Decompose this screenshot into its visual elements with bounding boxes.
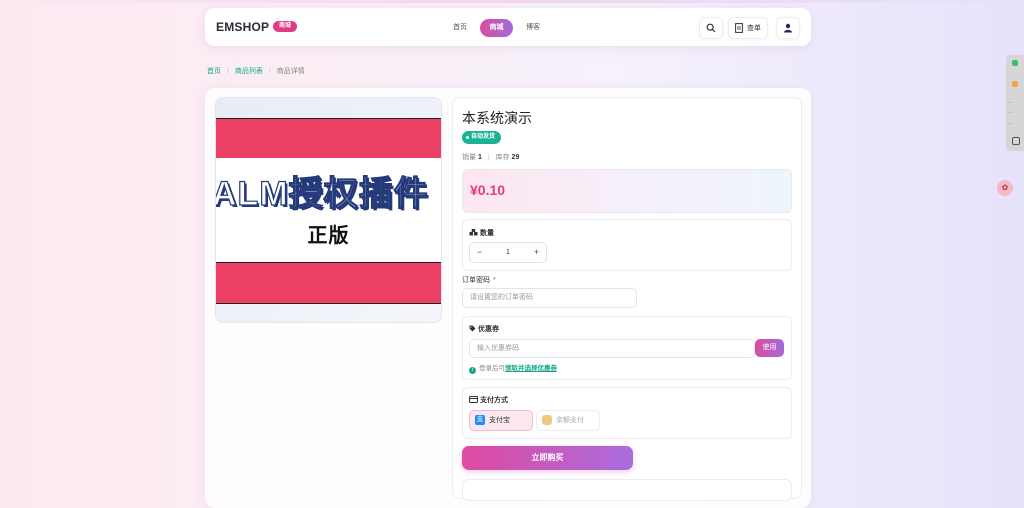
stock-label: 库存 — [495, 154, 510, 161]
quantity-minus-button[interactable]: − — [470, 243, 489, 262]
side-status-icon — [1012, 60, 1018, 66]
product-title: 本系统演示 — [462, 110, 532, 126]
search-icon — [706, 23, 716, 33]
image-sub-text: 正版 — [307, 225, 350, 247]
breadcrumb-separator: / — [226, 68, 229, 75]
image-band-top — [216, 118, 441, 160]
info-icon: i — [469, 367, 476, 374]
quantity-plus-button[interactable]: + — [527, 243, 546, 262]
brand-badge: 商城 — [273, 21, 298, 32]
sales-label: 销量 — [462, 154, 476, 161]
order-query-button[interactable]: 查单 — [728, 17, 768, 39]
image-main-text: ALM授权插件 — [215, 174, 429, 213]
pay-option-alipay[interactable]: 支 支付宝 — [469, 410, 533, 431]
nav-home[interactable]: 首页 — [453, 19, 467, 37]
top-strip — [0, 0, 1024, 3]
side-text-3: ·· — [1009, 121, 1013, 127]
auto-delivery-badge: 自动发货 — [462, 131, 502, 144]
pay-option-balance[interactable]: 余额支付 — [536, 410, 600, 431]
side-toolbar[interactable]: ·· ·· ·· — [1006, 55, 1024, 151]
quantity-stepper: − 1 + — [469, 242, 547, 263]
required-mark: * — [493, 277, 496, 284]
wallet-icon — [542, 415, 552, 425]
brand-logo[interactable]: EMSHOP — [216, 20, 269, 34]
product-stats: 销量 1 | 库存 29 — [462, 152, 519, 162]
side-text-1: ·· — [1009, 100, 1013, 106]
side-indicator-icon — [1012, 81, 1018, 87]
quantity-input[interactable]: 1 — [489, 243, 527, 262]
coupon-tip-prefix: 登录后可 — [479, 365, 505, 372]
breadcrumb: 首页 / 商品列表 / 商品详情 — [207, 66, 309, 76]
order-query-label: 查单 — [747, 25, 761, 32]
order-password-input[interactable]: 请设置您的订单密码 — [462, 288, 637, 308]
side-text-2: ·· — [1009, 110, 1013, 116]
payment-label: 支付方式 — [479, 397, 508, 404]
tag-icon — [469, 325, 476, 332]
header: EMSHOP 商城 首页 商城 博客 查单 — [205, 8, 811, 46]
search-button[interactable] — [699, 17, 723, 39]
stats-separator: | — [487, 154, 490, 161]
user-icon — [784, 23, 792, 33]
stock-value: 29 — [511, 154, 520, 161]
breadcrumb-list[interactable]: 商品列表 — [235, 68, 263, 75]
image-band-bottom — [216, 262, 441, 304]
product-image: ALM授权插件 正版 — [215, 97, 442, 323]
card-icon — [469, 396, 478, 403]
breadcrumb-current: 商品详情 — [276, 68, 305, 75]
breadcrumb-separator: / — [268, 68, 271, 75]
bottom-card — [462, 479, 792, 501]
buy-now-button[interactable]: 立即购买 — [462, 446, 633, 470]
alipay-label: 支付宝 — [489, 417, 510, 424]
nav-shop[interactable]: 商城 — [480, 19, 513, 37]
sales-value: 1 — [477, 154, 482, 161]
floating-assistant-icon[interactable]: ✿ — [997, 180, 1013, 196]
claim-coupon-link[interactable]: 领取并选择优惠券 — [505, 365, 557, 372]
order-password-label: 订单密码 * — [462, 275, 496, 285]
quantity-section-label: 数量 — [469, 228, 494, 238]
coupon-tip: i 登录后可领取并选择优惠券 — [469, 362, 557, 374]
coupon-label: 优惠券 — [477, 326, 499, 333]
boxes-icon — [469, 229, 478, 236]
side-settings-icon — [1012, 137, 1020, 145]
use-coupon-button[interactable]: 使用 — [755, 339, 784, 357]
breadcrumb-home[interactable]: 首页 — [207, 68, 221, 75]
order-password-label-text: 订单密码 — [462, 277, 490, 284]
product-price: ¥0.10 — [470, 182, 506, 198]
document-icon — [735, 23, 743, 33]
nav-blog[interactable]: 博客 — [526, 19, 540, 37]
payment-section-label: 支付方式 — [469, 395, 508, 405]
price-box — [462, 169, 792, 213]
coupon-input[interactable]: 输入优惠券码 — [469, 339, 755, 358]
user-button[interactable] — [776, 17, 800, 39]
alipay-icon: 支 — [475, 415, 485, 425]
quantity-label: 数量 — [479, 230, 494, 237]
coupon-section-label: 优惠券 — [469, 324, 499, 334]
balance-label: 余额支付 — [556, 417, 584, 424]
